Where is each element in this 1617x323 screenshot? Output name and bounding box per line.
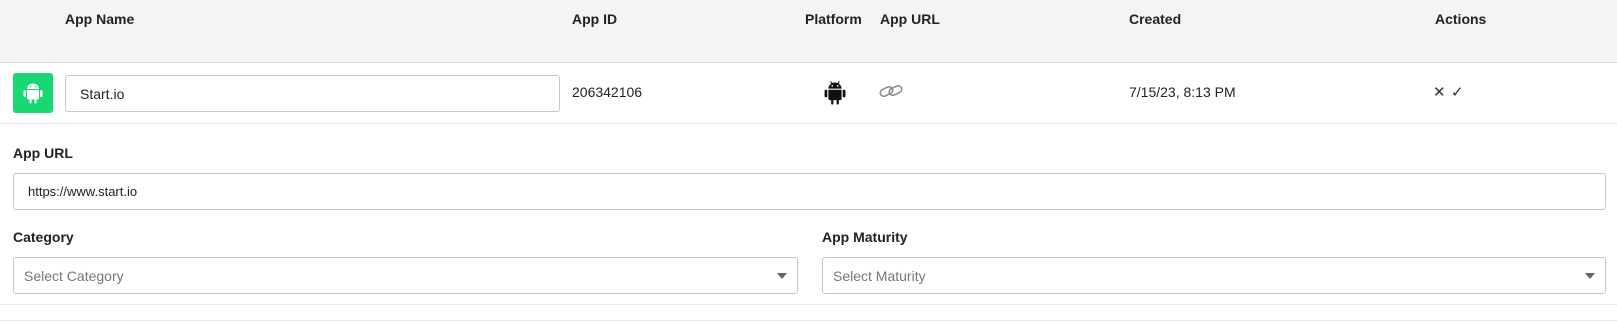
table-row: 206342106 7/15/23, 8:13 PM ✕ ✓ (0, 63, 1617, 124)
created-value: 7/15/23, 8:13 PM (1129, 84, 1236, 100)
app-platform-badge (13, 73, 53, 113)
chevron-down-icon (1585, 273, 1595, 279)
column-header-app-id: App ID (572, 11, 618, 27)
app-url-label: App URL (13, 145, 73, 161)
column-header-app-name: App Name (65, 11, 135, 27)
check-icon[interactable]: ✓ (1451, 83, 1464, 101)
app-url-input[interactable] (13, 173, 1606, 210)
category-select[interactable]: Select Category (13, 257, 798, 294)
category-placeholder: Select Category (24, 267, 124, 284)
category-label: Category (13, 229, 74, 245)
app-maturity-label: App Maturity (822, 229, 908, 245)
divider (0, 304, 1617, 305)
android-icon (824, 80, 846, 111)
android-icon (23, 83, 43, 104)
divider (0, 320, 1617, 321)
maturity-select[interactable]: Select Maturity (822, 257, 1606, 294)
close-icon[interactable]: ✕ (1433, 83, 1446, 101)
chevron-down-icon (777, 273, 787, 279)
app-id-value: 206342106 (572, 84, 643, 100)
column-header-platform: Platform (805, 11, 862, 27)
table-header: App Name App ID Platform App URL Created… (0, 0, 1617, 63)
maturity-placeholder: Select Maturity (833, 267, 926, 284)
column-header-actions: Actions (1435, 11, 1487, 27)
column-header-created: Created (1129, 11, 1182, 27)
app-name-input[interactable] (65, 75, 560, 112)
column-header-app-url: App URL (880, 11, 940, 27)
link-icon[interactable] (879, 83, 903, 104)
